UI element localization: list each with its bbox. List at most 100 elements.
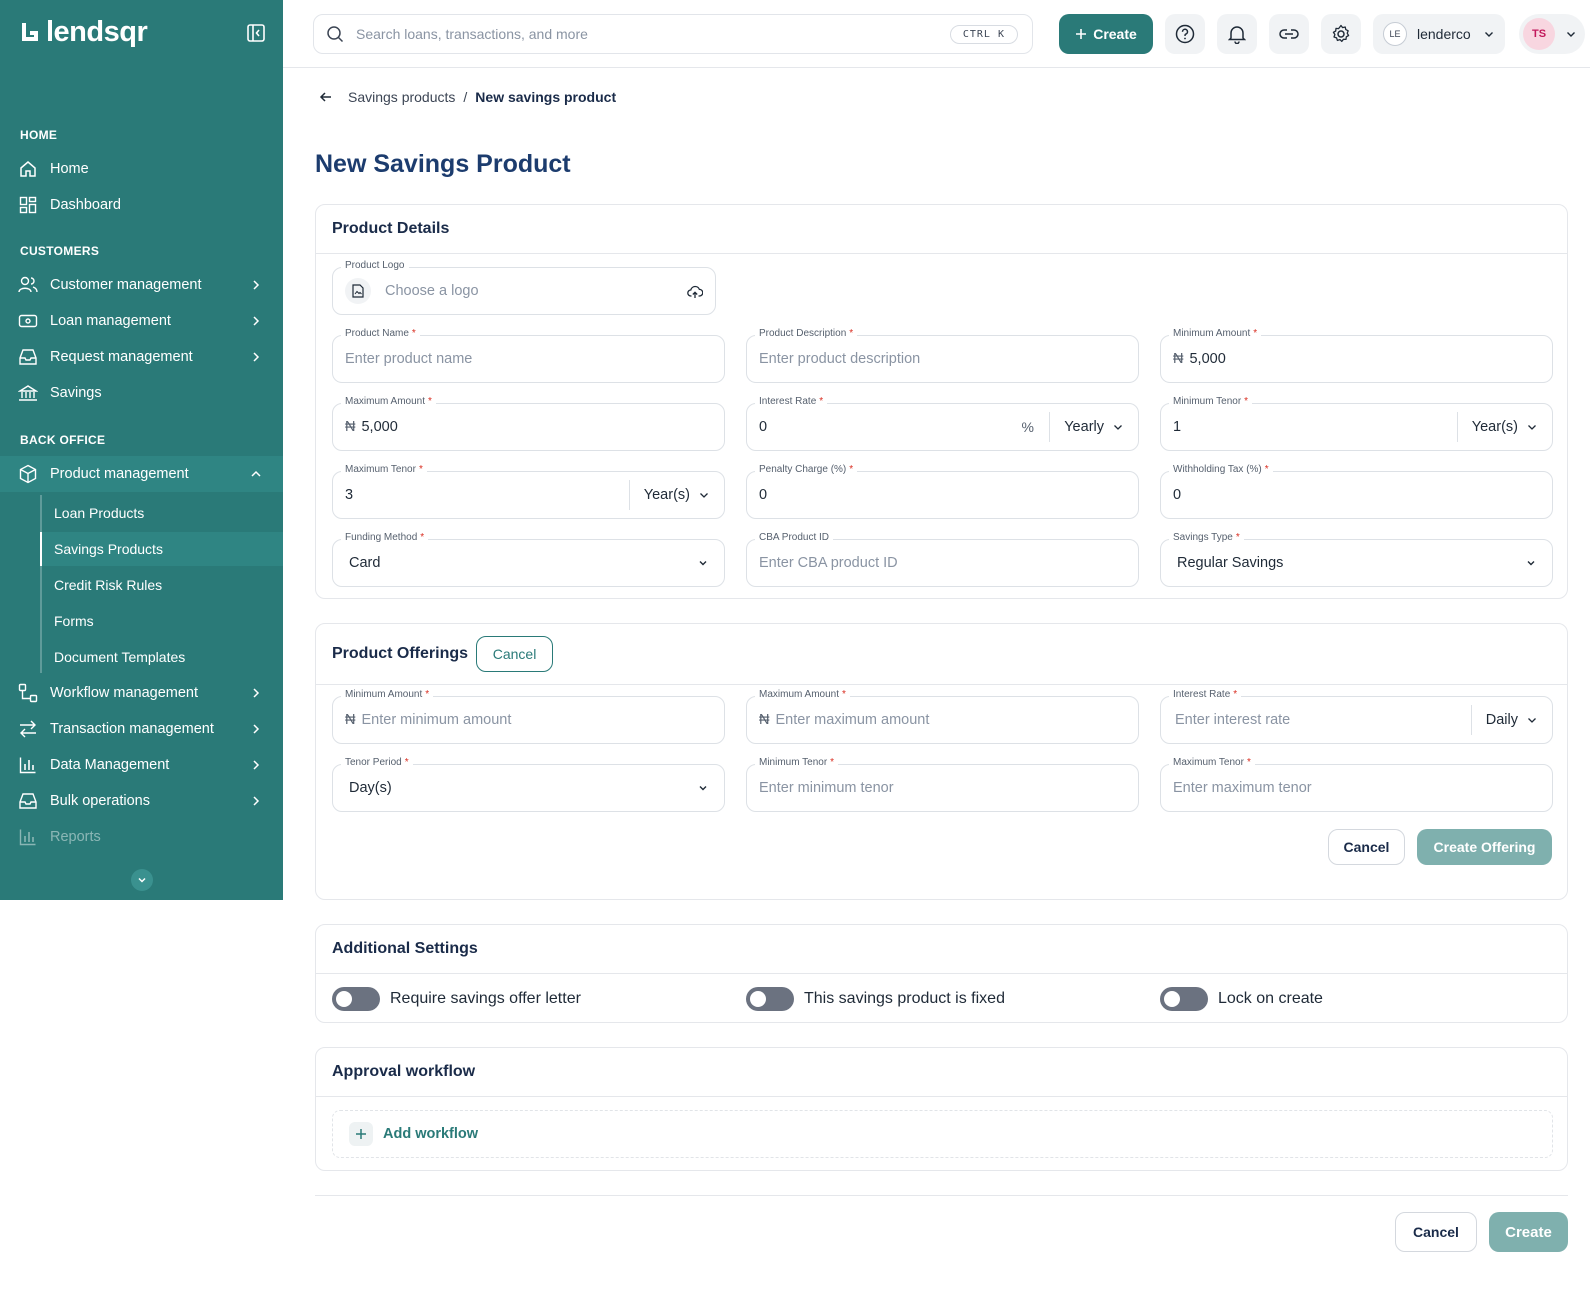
offering-cancel-button[interactable]: Cancel [1328,829,1405,865]
field-label: Maximum Tenor * [1169,757,1255,768]
add-workflow-button[interactable]: Add workflow [332,1110,1553,1158]
org-name: lenderco [1417,26,1471,42]
field-label: Funding Method * [341,532,429,543]
cba-product-id-input[interactable]: CBA Product ID Enter CBA product ID [746,532,1139,587]
field-label: Interest Rate * [755,396,828,407]
select-value: Year(s) [1471,419,1518,435]
footer-divider [315,1195,1568,1196]
maximum-tenor-input[interactable]: Maximum Tenor * 3 Year(s) [332,464,725,519]
sidebar-item-reports[interactable]: Reports [0,819,283,855]
toggle-label: Lock on create [1218,990,1323,1007]
input-value: 5,000 [1189,351,1226,367]
fixed-product-toggle[interactable] [746,987,794,1011]
interest-rate-input[interactable]: Interest Rate * 0 % Yearly [746,396,1139,451]
savings-type-select[interactable]: Savings Type * Regular Savings [1160,532,1553,587]
link-button[interactable] [1269,14,1309,54]
offerings-cancel-button[interactable]: Cancel [476,636,554,672]
tenor-unit-select[interactable]: Year(s) [1456,412,1552,442]
chevron-down-icon [138,877,146,883]
offering-maximum-amount-input[interactable]: Maximum Amount * ₦ Enter maximum amount [746,689,1139,744]
maximum-amount-input[interactable]: Maximum Amount * ₦ 5,000 [332,396,725,451]
offer-letter-toggle[interactable] [332,987,380,1011]
organization-switcher[interactable]: LE lenderco [1373,14,1505,54]
plus-icon [1076,29,1087,39]
interest-period-select[interactable]: Yearly [1049,412,1138,442]
bar-chart-icon [18,827,38,847]
sidebar-item-home[interactable]: Home [0,151,283,187]
minimum-amount-input[interactable]: Minimum Amount * ₦ 5,000 [1160,328,1553,383]
offering-interest-rate-input[interactable]: Interest Rate * Enter interest rate Daily [1160,689,1553,744]
field-label: Savings Type * [1169,532,1244,543]
cloud-upload-icon [687,285,703,298]
offering-minimum-tenor-input[interactable]: Minimum Tenor * Enter minimum tenor [746,757,1139,812]
sidebar-item-data-management[interactable]: Data Management [0,747,283,783]
sidebar-item-workflow-management[interactable]: Workflow management [0,675,283,711]
bell-icon [1228,26,1246,44]
withholding-tax-input[interactable]: Withholding Tax (%) * 0 [1160,464,1553,519]
chevron-right-icon [253,280,260,290]
create-offering-button[interactable]: Create Offering [1417,829,1552,865]
sidebar: lendsqr HOME Home Dashboard CUSTOMERS Cu… [0,0,283,900]
tenor-period-select[interactable]: Tenor Period * Day(s) [332,757,725,812]
breadcrumb-parent-link[interactable]: Savings products [348,89,455,105]
approval-workflow-card: Approval workflow Add workflow [315,1047,1568,1171]
bar-chart-icon [18,755,38,775]
user-menu[interactable]: TS [1519,14,1585,54]
users-icon [18,275,38,295]
sidebar-subitem-savings-products[interactable]: Savings Products [40,532,283,566]
sidebar-collapse-icon[interactable] [247,24,265,42]
create-button-label: Create [1093,26,1137,42]
sidebar-item-loan-management[interactable]: Loan management [0,303,283,339]
sidebar-item-label: Workflow management [50,685,199,701]
penalty-charge-input[interactable]: Penalty Charge (%) * 0 [746,464,1139,519]
select-value: Card [349,555,381,571]
field-label: Minimum Tenor * [755,757,839,768]
section-label-home: HOME [20,128,58,142]
create-button[interactable]: Create [1059,14,1153,54]
lock-on-create-toggle[interactable] [1160,987,1208,1011]
sidebar-item-product-management[interactable]: Product management [0,456,283,492]
sidebar-item-savings[interactable]: Savings [0,375,283,411]
tenor-unit-select[interactable]: Year(s) [628,480,724,510]
brand-logo[interactable]: lendsqr [20,16,148,49]
chevron-right-icon [253,352,260,362]
product-description-input[interactable]: Product Description * Enter product descr… [746,328,1139,383]
input-placeholder: Enter maximum amount [775,712,930,728]
field-label: Minimum Amount * [341,689,434,700]
fixed-product-toggle-row: This savings product is fixed [746,987,1005,1011]
settings-button[interactable] [1321,14,1361,54]
create-product-button[interactable]: Create [1489,1212,1568,1252]
help-button[interactable] [1165,14,1205,54]
card-title: Product Details [316,205,1567,254]
sidebar-scroll-down-button[interactable] [131,869,153,891]
chevron-down-icon [1528,425,1536,430]
offering-maximum-tenor-input[interactable]: Maximum Tenor * Enter maximum tenor [1160,757,1553,812]
interest-period-select[interactable]: Daily [1470,705,1552,735]
chevron-down-icon [1484,32,1493,37]
inbox-stack-icon [18,791,38,811]
sidebar-item-customer-management[interactable]: Customer management [0,267,283,303]
cancel-button[interactable]: Cancel [1395,1212,1477,1252]
sidebar-subitem-forms[interactable]: Forms [40,604,283,638]
field-label: Minimum Tenor * [1169,396,1253,407]
product-name-input[interactable]: Product Name * Enter product name [332,328,725,383]
sidebar-item-label: Transaction management [50,721,214,737]
sidebar-item-request-management[interactable]: Request management [0,339,283,375]
inbox-icon [18,347,38,367]
sidebar-subitem-credit-risk-rules[interactable]: Credit Risk Rules [40,568,283,602]
search-bar[interactable]: Search loans, transactions, and more CTR… [313,14,1033,54]
funding-method-select[interactable]: Funding Method * Card [332,532,725,587]
sidebar-item-transaction-management[interactable]: Transaction management [0,711,283,747]
minimum-tenor-input[interactable]: Minimum Tenor * 1 Year(s) [1160,396,1553,451]
brand-name: lendsqr [46,16,148,48]
breadcrumb: Savings products / New savings product [318,89,616,105]
offering-minimum-amount-input[interactable]: Minimum Amount * ₦ Enter minimum amount [332,689,725,744]
sidebar-item-dashboard[interactable]: Dashboard [0,187,283,223]
product-logo-upload[interactable]: Product Logo Choose a logo [332,260,716,315]
sidebar-item-bulk-operations[interactable]: Bulk operations [0,783,283,819]
sidebar-subitem-loan-products[interactable]: Loan Products [40,496,283,530]
sidebar-subitem-document-templates[interactable]: Document Templates [40,640,283,674]
notifications-button[interactable] [1217,14,1257,54]
sidebar-item-label: Request management [50,349,193,365]
arrow-left-icon[interactable] [318,89,334,105]
